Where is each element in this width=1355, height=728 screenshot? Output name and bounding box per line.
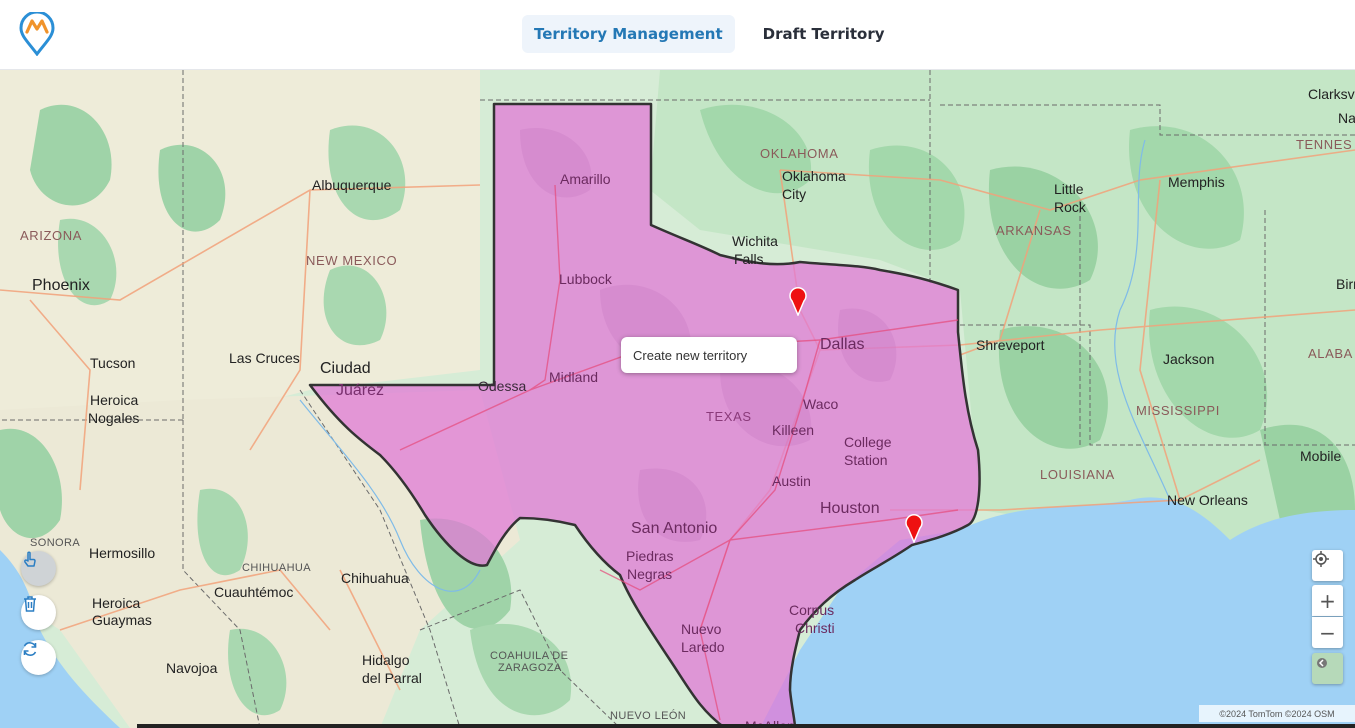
city-label-amarillo: Amarillo — [560, 171, 611, 187]
city-label-new-orleans: New Orleans — [1167, 492, 1248, 508]
city-label-nuevo: Nuevo — [681, 621, 722, 637]
state-label-new-mexico: NEW MEXICO — [306, 253, 398, 268]
refresh-button[interactable] — [21, 640, 56, 675]
state-label-louisiana: LOUISIANA — [1040, 467, 1115, 482]
trash-icon — [24, 596, 36, 612]
city-label-nashville: Na — [1338, 110, 1355, 126]
city-label-phoenix: Phoenix — [32, 277, 90, 294]
tab-bar: Territory Management Draft Territory — [522, 15, 897, 53]
city-label-negras: Negras — [627, 566, 673, 582]
city-label-killeen: Killeen — [772, 422, 815, 438]
map-attribution: ©2024 TomTom ©2024 OSM — [1199, 705, 1355, 722]
city-label-oklahoma-city-1: Oklahoma — [782, 168, 846, 184]
city-label-heroica-nogales-1: Heroica — [90, 392, 139, 408]
city-label-corpus: Corpus — [789, 602, 835, 618]
city-label-austin: Austin — [772, 473, 811, 489]
create-territory-popup[interactable]: Create new territory — [621, 337, 797, 373]
map-style-button[interactable] — [1312, 653, 1343, 684]
state-label-texas: TEXAS — [706, 409, 752, 424]
city-label-heroica-nogales-2: Nogales — [88, 410, 140, 426]
city-label-dallas: Dallas — [820, 336, 865, 353]
city-label-oklahoma-city-2: City — [782, 186, 807, 202]
map-layers-icon — [1317, 658, 1327, 668]
city-label-cuauhtemoc: Cuauhtémoc — [214, 584, 294, 600]
city-label-odessa: Odessa — [478, 378, 527, 394]
city-label-wichita: Wichita — [732, 233, 778, 249]
city-label-juarez: Juárez — [336, 382, 385, 399]
city-label-laredo: Laredo — [681, 639, 725, 655]
city-label-heroica-guaymas-1: Heroica — [92, 595, 141, 611]
state-label-mississippi: MISSISSIPPI — [1136, 403, 1220, 418]
delete-territory-button[interactable] — [21, 595, 56, 630]
map-canvas[interactable]: ARIZONA NEW MEXICO OKLAHOMA ARKANSAS TEX… — [0, 70, 1355, 728]
refresh-icon — [23, 642, 37, 656]
state-label-arkansas: ARKANSAS — [996, 223, 1072, 238]
state-label-chihuahua: CHIHUAHUA — [242, 562, 311, 574]
bottom-edge-bar — [137, 724, 1355, 728]
city-label-tucson: Tucson — [90, 355, 136, 371]
city-label-waco: Waco — [803, 396, 839, 412]
top-bar: Territory Management Draft Territory — [0, 0, 1355, 70]
city-label-memphis: Memphis — [1168, 174, 1225, 190]
tab-territory-management[interactable]: Territory Management — [522, 15, 735, 53]
state-label-nuevo-leon: NUEVO LEÓN — [610, 710, 687, 722]
state-label-zaragoza: ZARAGOZA — [498, 662, 562, 674]
city-label-christi: Christi — [795, 620, 835, 636]
tab-draft-territory[interactable]: Draft Territory — [751, 15, 897, 53]
city-label-navojoa: Navojoa — [166, 660, 218, 676]
city-label-shreveport: Shreveport — [976, 337, 1045, 353]
city-label-midland: Midland — [549, 369, 599, 385]
map-pin-logo-icon[interactable] — [18, 12, 56, 56]
city-label-hidalgo: Hidalgo — [362, 652, 410, 668]
map-base — [0, 70, 1355, 728]
city-label-heroica-guaymas-2: Guaymas — [92, 612, 152, 628]
state-label-alabama: ALABA — [1308, 346, 1353, 361]
zoom-in-button[interactable]: + — [1312, 585, 1343, 616]
city-label-falls: Falls — [734, 251, 764, 267]
zoom-out-button[interactable]: − — [1312, 617, 1343, 648]
crosshair-icon — [1313, 551, 1329, 567]
city-label-piedras: Piedras — [626, 548, 674, 564]
city-label-lubbock: Lubbock — [559, 271, 612, 287]
map-marker-pin[interactable] — [904, 513, 924, 543]
city-label-hermosillo: Hermosillo — [89, 545, 156, 561]
city-label-jackson: Jackson — [1163, 351, 1215, 367]
city-label-ciudad: Ciudad — [320, 360, 371, 377]
city-label-del-parral: del Parral — [362, 670, 422, 686]
city-label-mobile: Mobile — [1300, 448, 1342, 464]
minus-icon: − — [1319, 620, 1336, 645]
map-marker-pin[interactable] — [788, 286, 808, 316]
plus-icon: + — [1319, 588, 1336, 613]
city-label-chihuahua: Chihuahua — [341, 570, 409, 586]
city-label-little: Little — [1054, 181, 1084, 197]
city-label-rock: Rock — [1054, 199, 1086, 215]
city-label-san-antonio: San Antonio — [631, 520, 718, 537]
state-label-sonora: SONORA — [30, 537, 81, 549]
city-label-birmingham: Birr — [1336, 276, 1355, 292]
hand-pointer-icon — [24, 551, 36, 567]
draw-tool-button[interactable] — [21, 551, 56, 586]
city-label-houston: Houston — [820, 500, 880, 517]
state-label-arizona: ARIZONA — [20, 228, 82, 243]
city-label-albuquerque: Albuquerque — [312, 177, 392, 193]
state-label-coahuila: COAHUILA DE — [490, 650, 569, 662]
state-label-oklahoma: OKLAHOMA — [760, 146, 839, 161]
city-label-college: College — [844, 434, 892, 450]
locate-button[interactable] — [1312, 550, 1343, 581]
city-label-las-cruces: Las Cruces — [229, 350, 300, 366]
state-label-tennessee: TENNES — [1296, 137, 1353, 152]
city-label-clarksville: Clarksv — [1308, 86, 1355, 102]
city-label-station: Station — [844, 452, 888, 468]
